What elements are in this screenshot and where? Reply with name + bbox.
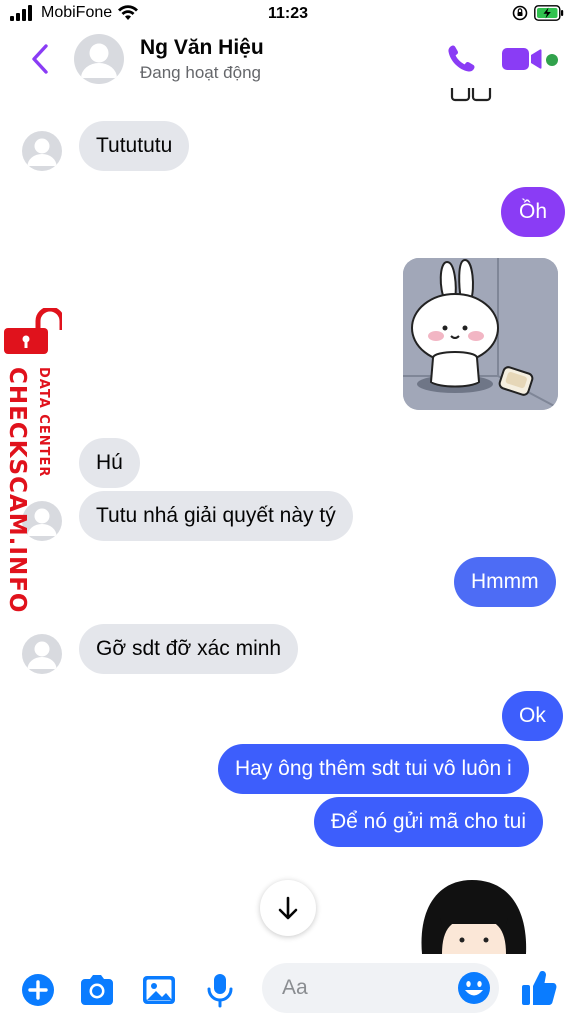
contact-avatar[interactable] — [74, 34, 124, 84]
camera-button[interactable] — [77, 970, 117, 1010]
default-avatar-icon — [27, 138, 57, 166]
back-button[interactable] — [28, 42, 52, 76]
bunny-sticker-icon — [403, 258, 558, 410]
default-avatar-icon — [27, 641, 57, 669]
outgoing-message[interactable]: Hmmm — [454, 557, 556, 607]
orientation-lock-icon — [512, 5, 528, 21]
microphone-button[interactable] — [200, 970, 240, 1010]
girl-sticker[interactable] — [416, 878, 532, 954]
outgoing-message[interactable]: Ok — [502, 691, 563, 741]
status-bar: MobiFone 11:23 — [0, 0, 576, 30]
watermark-text: CHECKSCAM.INFO — [4, 367, 30, 614]
outgoing-message[interactable]: Ồh — [501, 187, 566, 237]
bunny-sticker[interactable] — [403, 258, 558, 410]
sender-avatar[interactable] — [22, 634, 62, 674]
add-more-button[interactable] — [18, 970, 58, 1010]
contact-status: Đang hoạt động — [140, 63, 261, 82]
sticker-feet-icon — [450, 88, 492, 102]
incoming-message[interactable]: Tutututu — [79, 121, 190, 171]
phone-call-button[interactable] — [444, 42, 478, 76]
outgoing-message[interactable]: Để nó gửi mã cho tui — [314, 797, 543, 847]
girl-sticker-icon — [421, 880, 527, 954]
arrow-down-icon — [278, 896, 298, 920]
incoming-message[interactable]: Tutu nhá giải quyết này tý — [79, 491, 353, 541]
message-composer — [0, 958, 576, 1024]
battery-icon — [534, 5, 564, 21]
message-list[interactable]: Tutututu Ồh Hú Tutu nhá giải quyết này t… — [0, 88, 576, 958]
status-right — [512, 5, 564, 21]
video-call-button[interactable] — [500, 44, 544, 74]
watermark-lock-icon — [4, 308, 62, 354]
gallery-button[interactable] — [139, 970, 179, 1010]
sender-avatar[interactable] — [22, 131, 62, 171]
thumbs-up-button[interactable] — [520, 968, 558, 1008]
default-avatar-icon — [81, 43, 117, 78]
scroll-to-bottom-button[interactable] — [260, 880, 316, 936]
outgoing-message[interactable]: Hay ông thêm sdt tui vô luôn i — [218, 744, 529, 794]
incoming-message[interactable]: Gỡ sdt đỡ xác minh — [79, 624, 299, 674]
chat-header: Ng Văn Hiệu Đang hoạt động — [0, 30, 576, 88]
clock: 11:23 — [267, 5, 309, 22]
online-indicator — [546, 54, 558, 66]
contact-name[interactable]: Ng Văn Hiệu — [140, 36, 264, 60]
watermark-subtext: DATA CENTER — [36, 367, 51, 478]
incoming-message[interactable]: Hú — [79, 438, 140, 488]
emoji-button[interactable] — [456, 970, 492, 1006]
